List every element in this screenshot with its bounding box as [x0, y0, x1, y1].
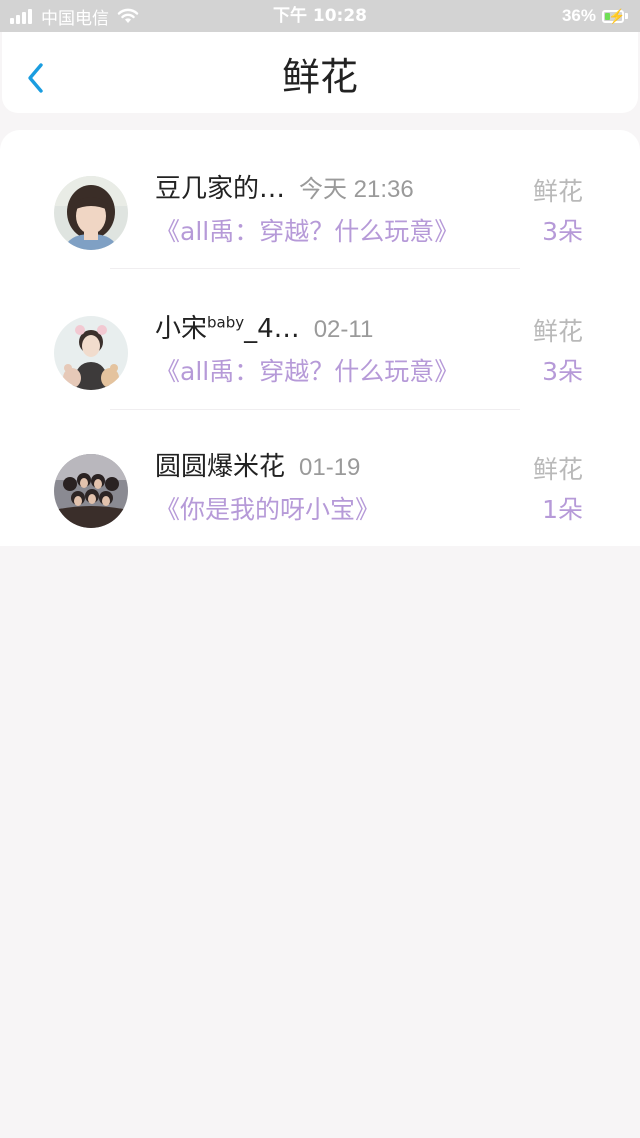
user-name-text: 圆圆爆米花 — [155, 452, 286, 482]
name-line: 圆圆爆米花 01-19 — [155, 446, 360, 483]
gift-count: 3朵 — [542, 217, 583, 246]
timestamp: 02-11 — [313, 316, 374, 343]
user-name-superscript: baby — [207, 313, 245, 332]
charging-bolt-icon: ⚡ — [608, 7, 626, 24]
gift-count: 1朵 — [542, 495, 583, 524]
book-title[interactable]: 《你是我的呀小宝》 — [155, 490, 380, 526]
divider — [110, 268, 520, 269]
book-title[interactable]: 《all禹：穿越？什么玩意》 — [155, 212, 459, 248]
status-time: 下午 10:28 — [272, 6, 368, 26]
user-name-text: 豆几家的… — [155, 174, 286, 204]
status-bar: 中国电信 下午 10:28 36% ⚡ — [0, 0, 640, 32]
avatar[interactable] — [54, 176, 128, 250]
timestamp: 01-19 — [299, 454, 361, 481]
list-item[interactable]: 小宋baby_4… 02-11 《all禹：穿越？什么玩意》 鲜花 3朵 — [0, 270, 640, 408]
flower-gift-list: 豆几家的… 今天 21:36 《all禹：穿越？什么玩意》 鲜花 3朵 小宋bab… — [0, 130, 640, 546]
user-name-text: 小宋 — [155, 314, 208, 344]
name-line: 小宋baby_4… 02-11 — [155, 308, 373, 345]
list-item[interactable]: 豆几家的… 今天 21:36 《all禹：穿越？什么玩意》 鲜花 3朵 — [0, 130, 640, 268]
user-name[interactable]: 小宋baby_4… — [155, 313, 300, 344]
gift-type: 鲜花 — [532, 317, 583, 346]
user-name[interactable]: 圆圆爆米花 — [155, 452, 285, 482]
avatar[interactable] — [54, 316, 128, 390]
book-title[interactable]: 《all禹：穿越？什么玩意》 — [155, 352, 459, 388]
timestamp: 今天 21:36 — [299, 176, 414, 203]
gift-type: 鲜花 — [532, 177, 583, 206]
nav-header: 鲜花 — [2, 32, 638, 113]
battery-icon: ⚡ — [602, 7, 626, 24]
name-line: 豆几家的… 今天 21:36 — [155, 168, 414, 205]
user-name[interactable]: 豆几家的… — [155, 174, 285, 204]
gift-count: 3朵 — [542, 357, 583, 386]
status-right: 36% ⚡ — [562, 0, 628, 32]
battery-cap — [625, 13, 628, 19]
battery-percent: 36% — [561, 6, 596, 25]
avatar[interactable] — [54, 454, 128, 528]
list-item[interactable]: 圆圆爆米花 01-19 《你是我的呀小宝》 鲜花 1朵 — [0, 408, 640, 546]
user-name-suffix: _4… — [244, 314, 300, 344]
gift-type: 鲜花 — [532, 455, 583, 484]
page-title: 鲜花 — [281, 55, 358, 99]
